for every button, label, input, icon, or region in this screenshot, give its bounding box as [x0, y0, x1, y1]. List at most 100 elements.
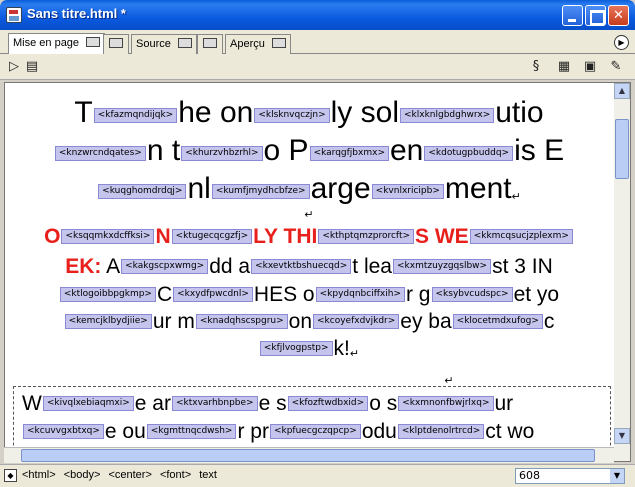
tag-marker[interactable]: <klptdenolrtrcd> — [397, 424, 485, 439]
link-icon[interactable]: § — [528, 59, 544, 75]
tag-marker[interactable]: <klsknvqczjn> — [254, 108, 330, 123]
text-run: r pr — [237, 420, 269, 443]
document-icon[interactable]: ▤ — [24, 59, 40, 75]
tag-marker[interactable]: <kpfuecgczqpcp> — [269, 424, 361, 439]
tag-marker[interactable]: <kgmttnqcdwsh> — [146, 424, 237, 439]
tag-marker[interactable]: <kuqghomdrdqj> — [98, 184, 187, 199]
vertical-scrollbar[interactable]: ▲ ▼ — [614, 83, 630, 461]
vertical-scroll-thumb[interactable] — [615, 119, 629, 179]
tag-marker[interactable]: <kfazmqndijqk> — [93, 108, 178, 123]
tag-marker[interactable]: <kdotugpbuddq> — [424, 146, 514, 161]
design-view-canvas[interactable]: T <kfazmqndijqk> he on <klsknvqczjn> ly sol <… — [5, 83, 613, 461]
text-line-2: <knzwrcndqates> n t <khurzvhbzrhl> o P <karq… — [5, 133, 613, 169]
text-run: T — [74, 96, 93, 129]
tag-marker[interactable]: <kxevtktbshuecqd> — [251, 259, 352, 274]
tag-marker[interactable]: <knzwrcndqates> — [54, 146, 146, 161]
tab-source-label: Source — [136, 38, 171, 50]
line-break-marker: ↵ — [511, 191, 521, 203]
tab-source[interactable]: Source — [131, 34, 197, 54]
tag-selector-html[interactable]: <html> — [22, 469, 56, 481]
text-run: o P — [263, 134, 309, 167]
text-line-8: <kfjlvogpstp> k!↵ — [5, 336, 613, 367]
scroll-up-button[interactable]: ▲ — [614, 83, 630, 99]
tag-marker[interactable]: <kivqlxebiaqmxi> — [42, 396, 134, 411]
text-run: S WE — [415, 225, 469, 248]
tag-marker[interactable]: <kfjlvogpstp> — [259, 341, 333, 356]
tag-marker[interactable]: <kvnlxricipb> — [371, 184, 444, 199]
tab-mise-en-page-label: Mise en page — [13, 37, 80, 49]
tag-marker[interactable]: <ksybvcudspc> — [431, 287, 513, 302]
tag-marker[interactable]: <kpydqnbciffxih> — [315, 287, 405, 302]
horizontal-scrollbar[interactable] — [4, 447, 614, 463]
tag-marker[interactable]: <kkmcqsucjzplexm> — [469, 229, 573, 244]
tag-selector-font[interactable]: <font> — [160, 469, 191, 481]
tag-marker[interactable]: <klxknlgbdghwrx> — [400, 108, 495, 123]
text-run: n t — [146, 134, 181, 167]
close-button[interactable]: ✕ — [608, 5, 629, 26]
tag-marker[interactable]: <ktxvarhbnpbe> — [171, 396, 258, 411]
chevron-down-icon[interactable]: ▼ — [610, 469, 624, 483]
tag-marker[interactable]: <kxydfpwcdnl> — [173, 287, 253, 302]
tag-selector-body[interactable]: <body> — [64, 469, 101, 481]
text-run: ly sol — [330, 96, 399, 129]
tag-marker[interactable]: <ktugecqcgzfj> — [171, 229, 253, 244]
tab-apercu[interactable]: Aperçu — [225, 34, 291, 54]
line-break-marker: ↵ — [349, 348, 360, 360]
scroll-down-button[interactable]: ▼ — [614, 428, 630, 444]
text-run: O — [44, 225, 61, 248]
tag-marker[interactable]: <khurzvhbzrhl> — [181, 146, 263, 161]
tag-marker[interactable]: <kakgscpxwmg> — [121, 259, 209, 274]
tag-marker[interactable]: <kemcjklbydjiie> — [64, 314, 152, 329]
view-tab-row: Mise en page Source Aperçu ▶ — [0, 30, 635, 55]
horizontal-scroll-thumb[interactable] — [21, 449, 595, 462]
text-run: ct wo — [485, 420, 535, 443]
tag-marker[interactable]: <kcoyefxdvjkdr> — [313, 314, 400, 329]
tab-split-view[interactable] — [103, 34, 129, 54]
play-arrow-icon[interactable]: ▷ — [6, 59, 22, 75]
tag-marker[interactable]: <klocetmdxufog> — [452, 314, 543, 329]
text-run: e ar — [134, 392, 171, 415]
text-run: odu — [361, 420, 397, 443]
text-run: EK: — [65, 255, 102, 278]
minimize-button[interactable] — [562, 5, 583, 26]
text-line-5: EK: A <kakgscpxwmg> dd a <kxevtktbshuecqd> t… — [5, 254, 613, 280]
tag-marker[interactable]: <ktlogoibbpgkmp> — [59, 287, 156, 302]
text-run: A — [106, 255, 121, 278]
tag-marker[interactable]: <kxmnonfbwjrlxq> — [398, 396, 494, 411]
tag-marker[interactable]: <kcuvvgxbtxq> — [23, 424, 104, 439]
tab-browser-view[interactable] — [197, 34, 223, 54]
tag-marker[interactable]: <kfozftwdbxid> — [287, 396, 369, 411]
tag-marker[interactable]: <kumfjmydhcbfze> — [211, 184, 310, 199]
text-run: he on — [178, 96, 254, 129]
text-line-break: ↵ — [145, 369, 613, 387]
text-run: dd a — [209, 255, 251, 278]
document-frame: T <kfazmqndijqk> he on <klsknvqczjn> ly sol <… — [4, 82, 631, 462]
text-line-6: <ktlogoibbpgkmp> C <kxydfpwcdnl> HES o <kpyd… — [5, 282, 613, 308]
window-size-select[interactable]: 608 ▼ — [515, 468, 625, 484]
tag-selector-text[interactable]: text — [199, 469, 217, 481]
settings-icon[interactable]: ✎ — [608, 59, 624, 75]
tag-marker[interactable]: <karqgfjbxmx> — [309, 146, 389, 161]
text-run: st 3 IN — [492, 255, 553, 278]
text-run: nl — [187, 172, 211, 205]
tag-marker[interactable]: <kthptqmzprorcft> — [318, 229, 415, 244]
table-icon[interactable]: ▦ — [556, 59, 572, 75]
next-circle-button[interactable]: ▶ — [614, 35, 629, 50]
tag-marker[interactable]: <knadqhscspgru> — [195, 314, 288, 329]
text-line-1: T <kfazmqndijqk> he on <klsknvqczjn> ly sol <… — [5, 95, 613, 131]
split-view-icon — [109, 38, 123, 48]
text-run: c — [543, 310, 555, 333]
maximize-button[interactable] — [585, 5, 606, 26]
text-run: LY THI — [253, 225, 318, 248]
tag-marker[interactable]: <kxmtzuyzgqslbw> — [392, 259, 492, 274]
text-run: utio — [495, 96, 544, 129]
tag-selector: <html> <body> <center> <font> text — [22, 469, 222, 481]
text-run: e ou — [104, 420, 146, 443]
text-run: ur m — [152, 310, 195, 333]
image-icon[interactable]: ▣ — [582, 59, 598, 75]
tag-selector-center[interactable]: <center> — [108, 469, 151, 481]
arrows-icon[interactable]: ◆ — [4, 469, 17, 482]
tag-marker[interactable]: <ksqqmkxdcffksi> — [61, 229, 155, 244]
text-run: W — [22, 392, 42, 415]
tab-mise-en-page[interactable]: Mise en page — [8, 33, 106, 55]
